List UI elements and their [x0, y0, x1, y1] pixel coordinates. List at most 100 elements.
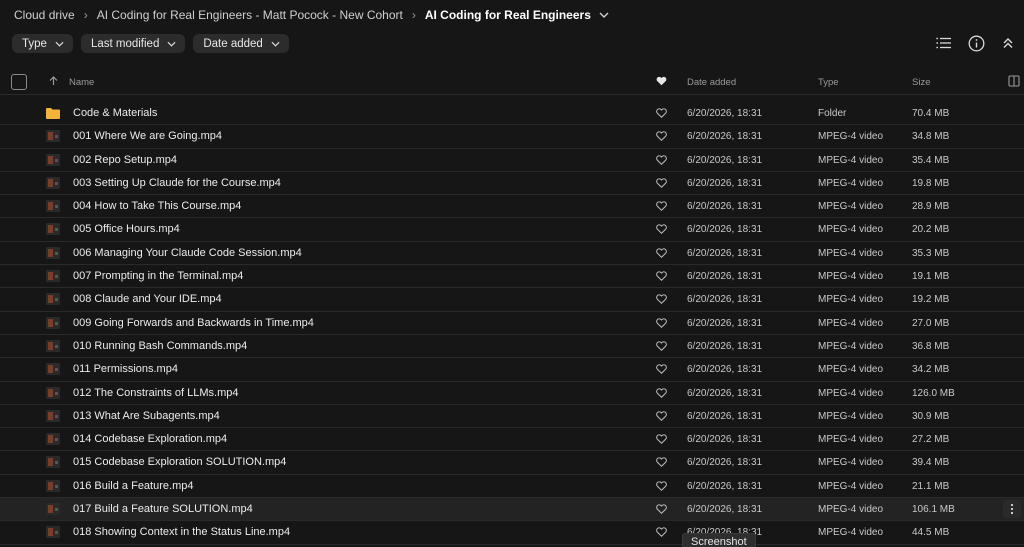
file-name[interactable]: 005 Office Hours.mp4 [73, 223, 180, 235]
more-options-icon[interactable] [1003, 500, 1021, 519]
table-row[interactable]: 009 Going Forwards and Backwards in Time… [0, 312, 1024, 335]
sort-arrow-up-icon[interactable] [49, 76, 58, 89]
date-added: 6/20/2026, 18:31 [687, 294, 763, 306]
select-all-checkbox[interactable] [11, 74, 27, 90]
favorite-filled-icon[interactable] [656, 76, 667, 89]
breadcrumb-current[interactable]: AI Coding for Real Engineers [425, 8, 591, 22]
chevron-down-icon[interactable] [599, 12, 609, 18]
favorite-icon[interactable] [656, 154, 667, 168]
file-type: MPEG-4 video [818, 224, 884, 236]
table-row[interactable]: 005 Office Hours.mp4 6/20/2026, 18:31 MPEG… [0, 218, 1024, 242]
file-size: 35.4 MB [912, 154, 950, 166]
file-type: MPEG-4 video [818, 271, 884, 283]
file-name[interactable]: 004 How to Take This Course.mp4 [73, 200, 241, 212]
collapse-icon[interactable] [998, 33, 1018, 53]
table-row[interactable]: 014 Codebase Exploration.mp4 6/20/2026, 1… [0, 428, 1024, 452]
file-list: Code & Materials 6/20/2026, 18:31 Folder 70… [0, 102, 1024, 545]
filter-type[interactable]: Type [12, 34, 73, 53]
table-row[interactable]: 012 The Constraints of LLMs.mp4 6/20/2026… [0, 382, 1024, 405]
favorite-icon[interactable] [656, 434, 667, 447]
file-name[interactable]: 017 Build a Feature SOLUTION.mp4 [73, 503, 253, 515]
favorite-icon[interactable] [656, 248, 667, 261]
column-header-type[interactable]: Type [818, 77, 839, 88]
favorite-icon[interactable] [656, 481, 667, 494]
table-row[interactable]: 017 Build a Feature SOLUTION.mp4 6/20/202… [0, 498, 1024, 522]
favorite-icon[interactable] [656, 294, 667, 307]
favorite-icon[interactable] [656, 178, 667, 191]
file-name[interactable]: 003 Setting Up Claude for the Course.mp4 [73, 177, 281, 189]
favorite-icon[interactable] [656, 364, 667, 377]
favorite-icon[interactable] [656, 271, 667, 284]
favorite-icon[interactable] [656, 504, 667, 517]
filter-last-modified[interactable]: Last modified [80, 34, 186, 53]
file-name[interactable]: 012 The Constraints of LLMs.mp4 [73, 387, 239, 399]
file-type: MPEG-4 video [818, 410, 884, 422]
column-header-size[interactable]: Size [912, 77, 930, 88]
filter-date-added[interactable]: Date added [193, 34, 289, 53]
favorite-icon[interactable] [656, 411, 667, 424]
table-row[interactable]: 007 Prompting in the Terminal.mp4 6/20/20… [0, 265, 1024, 289]
list-view-icon[interactable] [934, 33, 954, 53]
favorite-icon[interactable] [656, 318, 667, 331]
table-row[interactable]: 011 Permissions.mp4 6/20/2026, 18:31 MPEG-… [0, 358, 1024, 382]
video-thumbnail-icon [46, 246, 60, 259]
file-name[interactable]: 013 What Are Subagents.mp4 [73, 410, 220, 422]
file-name[interactable]: 018 Showing Context in the Status Line.m… [73, 526, 290, 538]
table-row[interactable]: 016 Build a Feature.mp4 6/20/2026, 18:31 M… [0, 475, 1024, 499]
favorite-icon[interactable] [656, 201, 667, 214]
file-name[interactable]: 002 Repo Setup.mp4 [73, 154, 177, 166]
file-name[interactable]: 006 Managing Your Claude Code Session.mp… [73, 247, 302, 259]
file-size: 27.2 MB [912, 434, 950, 446]
file-name[interactable]: 009 Going Forwards and Backwards in Time… [73, 317, 314, 329]
table-row[interactable]: 018 Showing Context in the Status Line.m… [0, 521, 1024, 545]
breadcrumb-item-cohort[interactable]: AI Coding for Real Engineers - Matt Poco… [97, 8, 403, 22]
date-added: 6/20/2026, 18:31 [687, 504, 763, 516]
table-row[interactable]: 015 Codebase Exploration SOLUTION.mp4 6/2… [0, 451, 1024, 475]
video-thumbnail-icon [46, 130, 60, 143]
date-added: 6/20/2026, 18:31 [687, 364, 763, 376]
file-type: MPEG-4 video [818, 340, 884, 352]
table-row[interactable]: 001 Where We are Going.mp4 6/20/2026, 18:… [0, 125, 1024, 149]
favorite-icon[interactable] [656, 457, 667, 470]
file-name[interactable]: 015 Codebase Exploration SOLUTION.mp4 [73, 456, 286, 468]
favorite-icon[interactable] [656, 527, 667, 540]
favorite-icon[interactable] [656, 224, 667, 237]
file-name[interactable]: 016 Build a Feature.mp4 [73, 480, 193, 492]
date-added: 6/20/2026, 18:31 [687, 201, 763, 213]
favorite-icon[interactable] [656, 131, 667, 144]
file-size: 39.4 MB [912, 457, 950, 469]
favorite-icon[interactable] [656, 341, 667, 354]
date-added: 6/20/2026, 18:31 [687, 154, 763, 166]
file-name[interactable]: 011 Permissions.mp4 [73, 363, 178, 375]
table-row[interactable]: Code & Materials 6/20/2026, 18:31 Folder 70… [0, 102, 1024, 126]
file-name[interactable]: 007 Prompting in the Terminal.mp4 [73, 270, 243, 282]
favorite-icon[interactable] [656, 108, 667, 121]
video-thumbnail-icon [46, 386, 60, 399]
columns-icon[interactable] [1008, 75, 1020, 90]
file-type: MPEG-4 video [818, 131, 884, 143]
file-name[interactable]: 014 Codebase Exploration.mp4 [73, 433, 227, 445]
breadcrumb-item-cloud-drive[interactable]: Cloud drive [14, 8, 75, 22]
file-size: 19.2 MB [912, 294, 950, 306]
chevron-down-icon [55, 41, 64, 47]
table-row[interactable]: 004 How to Take This Course.mp4 6/20/2026… [0, 195, 1024, 219]
favorite-icon[interactable] [656, 387, 667, 401]
file-name[interactable]: Code & Materials [73, 107, 157, 119]
table-row[interactable]: 008 Claude and Your IDE.mp4 6/20/2026, 18… [0, 288, 1024, 312]
file-name[interactable]: 008 Claude and Your IDE.mp4 [73, 293, 222, 305]
column-header-date-added[interactable]: Date added [687, 77, 736, 88]
chevron-down-icon [271, 41, 280, 47]
date-added: 6/20/2026, 18:31 [687, 224, 763, 236]
info-icon[interactable] [966, 33, 986, 53]
table-row[interactable]: 010 Running Bash Commands.mp4 6/20/2026, … [0, 335, 1024, 359]
file-name[interactable]: 001 Where We are Going.mp4 [73, 130, 222, 142]
date-added: 6/20/2026, 18:31 [687, 457, 763, 469]
table-row[interactable]: 006 Managing Your Claude Code Session.mp… [0, 242, 1024, 266]
file-size: 106.1 MB [912, 504, 955, 516]
file-name[interactable]: 010 Running Bash Commands.mp4 [73, 340, 247, 352]
table-row[interactable]: 002 Repo Setup.mp4 6/20/2026, 18:31 MPEG-4… [0, 149, 1024, 172]
table-row[interactable]: 013 What Are Subagents.mp4 6/20/2026, 18:… [0, 405, 1024, 429]
table-row[interactable]: 003 Setting Up Claude for the Course.mp4… [0, 172, 1024, 196]
file-size: 28.9 MB [912, 201, 950, 213]
column-header-name[interactable]: Name [69, 77, 94, 88]
